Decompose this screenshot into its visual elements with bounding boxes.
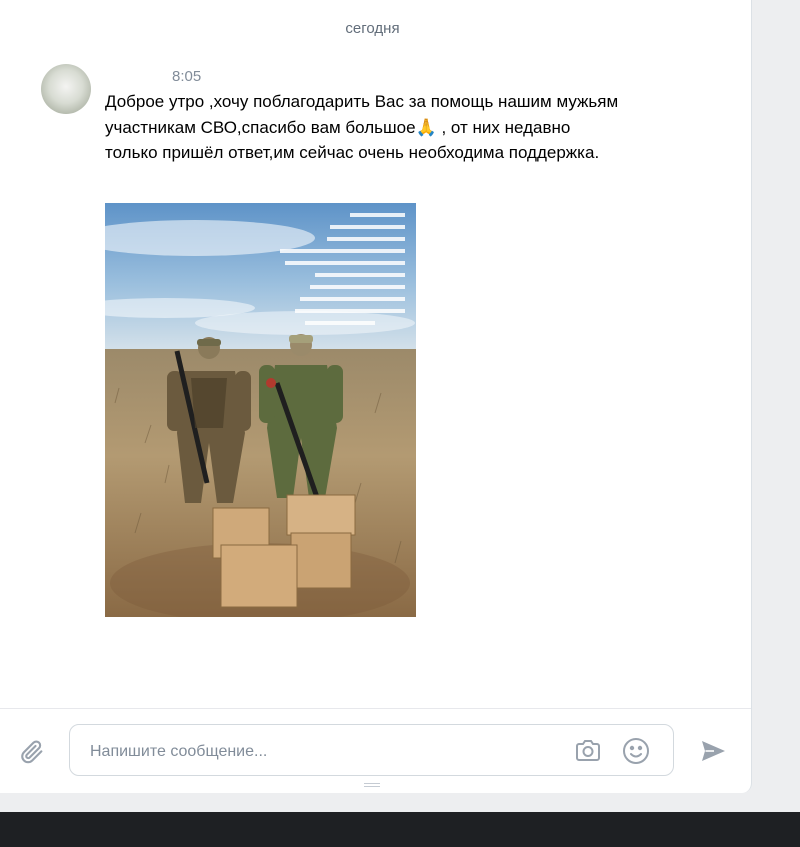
composer-divider xyxy=(0,708,751,709)
chat-panel: сегодня 8:05 Доброе утро ,хочу поблагода… xyxy=(0,0,752,793)
right-gutter xyxy=(752,0,800,812)
camera-icon xyxy=(576,740,600,761)
attach-button[interactable] xyxy=(16,736,48,768)
avatar[interactable] xyxy=(41,64,91,114)
message-photo[interactable] xyxy=(105,203,416,617)
smile-icon xyxy=(623,738,649,764)
camera-button[interactable] xyxy=(573,736,603,766)
send-button[interactable] xyxy=(697,735,729,767)
date-separator: сегодня xyxy=(345,20,400,37)
send-arrow-icon xyxy=(702,741,725,761)
paperclip-icon xyxy=(21,740,43,764)
emoji-button[interactable] xyxy=(621,736,651,766)
taskbar-strip xyxy=(0,812,800,847)
message-text: Доброе утро ,хочу поблагодарить Вас за п… xyxy=(105,92,623,162)
message-time: 8:05 xyxy=(172,68,202,85)
composer-resize-handle[interactable] xyxy=(364,783,380,789)
message-input-box xyxy=(69,724,674,776)
message-input[interactable] xyxy=(88,739,552,765)
